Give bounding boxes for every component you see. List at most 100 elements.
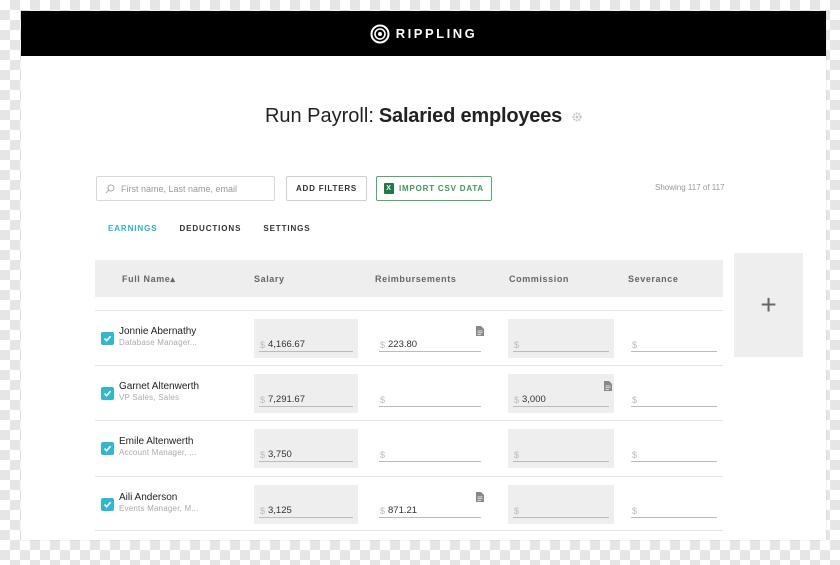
employee-name: Aili Anderson: [119, 492, 178, 503]
employee-name: Garnet Altenwerth: [119, 381, 200, 392]
input-underline: [513, 517, 609, 518]
currency-symbol: $: [260, 395, 266, 405]
row-checkbox[interactable]: [101, 387, 114, 400]
top-bar: RIPPLING: [21, 11, 826, 56]
employee-name: Emile Altenwerth: [119, 436, 194, 447]
input-underline: [379, 406, 481, 407]
currency-symbol: $: [380, 395, 386, 405]
input-underline: [259, 461, 353, 462]
page-title-prefix: Run Payroll:: [264, 105, 374, 127]
import-csv-button[interactable]: X IMPORT CSV DATA: [376, 176, 492, 201]
checkmark-icon: [103, 385, 112, 403]
currency-symbol: $: [632, 395, 638, 405]
reimbursements-cell[interactable]: $: [374, 429, 486, 468]
commission-value: 3,000: [522, 394, 546, 405]
reimbursements-value: 871.21: [388, 505, 418, 516]
add-filters-button[interactable]: ADD FILTERS: [286, 176, 367, 201]
page-title-main: Salaried employees: [378, 105, 563, 127]
salary-cell[interactable]: $4,166.67: [254, 319, 358, 358]
tab-settings[interactable]: SETTINGS: [263, 224, 310, 233]
table-row: Aili Anderson Events Manager, M... $3,125 $…: [95, 476, 723, 531]
employee-role: Events Manager, M...: [119, 504, 199, 513]
input-underline: [259, 406, 353, 407]
commission-cell[interactable]: $3,000: [508, 374, 614, 413]
salary-value: 3,125: [268, 505, 292, 516]
input-underline: [513, 351, 609, 352]
column-header-severance[interactable]: Severance: [628, 274, 678, 284]
table-row: Garnet Altenwerth VP Sales, Sales $7,291.6…: [95, 365, 723, 419]
reimbursements-value: 223.80: [388, 339, 418, 350]
checkmark-icon: [103, 496, 112, 514]
table-header: Full Name▴ Salary Reimbursements Commiss…: [95, 260, 723, 297]
currency-symbol: $: [514, 450, 520, 460]
reimbursements-cell[interactable]: $223.80: [374, 319, 486, 358]
tab-earnings[interactable]: EARNINGS: [108, 224, 157, 233]
currency-symbol: $: [632, 450, 638, 460]
employee-name: Jonnie Abernathy: [119, 326, 197, 337]
commission-cell[interactable]: $: [508, 319, 614, 358]
input-underline: [631, 461, 717, 462]
salary-cell[interactable]: $7,291.67: [254, 374, 358, 413]
salary-cell[interactable]: $3,125: [254, 485, 358, 524]
row-checkbox[interactable]: [101, 498, 114, 511]
add-column-button[interactable]: +: [734, 253, 803, 357]
input-underline: [631, 517, 717, 518]
severance-cell[interactable]: $: [626, 429, 722, 468]
input-underline: [379, 351, 481, 352]
tab-deductions[interactable]: DEDUCTIONS: [179, 224, 241, 233]
salary-cell[interactable]: $3,750: [254, 429, 358, 468]
brand-logo[interactable]: RIPPLING: [370, 24, 477, 44]
page-title: Run Payroll: Salaried employees: [21, 105, 826, 128]
reimbursements-cell[interactable]: $871.21: [374, 485, 486, 524]
currency-symbol: $: [260, 340, 266, 350]
rippling-logo-icon: [370, 24, 390, 43]
row-checkbox[interactable]: [101, 442, 114, 455]
plus-icon: +: [760, 289, 777, 320]
row-checkbox[interactable]: [101, 332, 114, 345]
reimbursements-cell[interactable]: $: [374, 374, 486, 413]
commission-cell[interactable]: $: [508, 485, 614, 524]
import-csv-label: IMPORT CSV DATA: [398, 184, 485, 193]
currency-symbol: $: [632, 340, 638, 350]
app-window: RIPPLING Run Payroll: Salaried employees…: [21, 11, 826, 540]
gear-icon[interactable]: [572, 105, 582, 128]
excel-icon: X: [383, 183, 394, 194]
document-icon[interactable]: [604, 378, 612, 396]
severance-cell[interactable]: $: [626, 319, 722, 358]
search-field[interactable]: [96, 176, 275, 201]
employee-role: Account Manager, ...: [119, 448, 197, 457]
checkmark-icon: [103, 330, 112, 348]
input-underline: [513, 406, 609, 407]
currency-symbol: $: [514, 340, 520, 350]
currency-symbol: $: [380, 340, 386, 350]
commission-cell[interactable]: $: [508, 429, 614, 468]
salary-value: 4,166.67: [268, 339, 305, 350]
tab-bar: EARNINGS DEDUCTIONS SETTINGS: [108, 224, 333, 233]
salary-value: 3,750: [268, 449, 292, 460]
employee-role: Database Manager...: [119, 338, 198, 347]
currency-symbol: $: [632, 506, 638, 516]
column-header-commission[interactable]: Commission: [509, 274, 569, 284]
input-underline: [259, 517, 353, 518]
table-row: Jonnie Abernathy Database Manager... $4,16…: [95, 310, 723, 364]
column-header-salary[interactable]: Salary: [254, 274, 285, 284]
currency-symbol: $: [260, 450, 266, 460]
table-row: Emile Altenwerth Account Manager, ... $3,7…: [95, 420, 723, 474]
severance-cell[interactable]: $: [626, 374, 722, 413]
input-underline: [379, 461, 481, 462]
employee-role: VP Sales, Sales: [119, 393, 180, 402]
salary-value: 7,291.67: [268, 394, 305, 405]
currency-symbol: $: [514, 506, 520, 516]
checkmark-icon: [103, 440, 112, 458]
severance-cell[interactable]: $: [626, 485, 722, 524]
search-input[interactable]: [121, 183, 261, 194]
input-underline: [259, 351, 353, 352]
document-icon[interactable]: [476, 489, 484, 507]
currency-symbol: $: [380, 450, 386, 460]
column-header-reimbursements[interactable]: Reimbursements: [375, 274, 456, 284]
document-icon[interactable]: [476, 323, 484, 341]
input-underline: [379, 517, 481, 518]
column-header-full-name[interactable]: Full Name▴: [122, 274, 176, 285]
input-underline: [631, 351, 717, 352]
input-underline: [513, 461, 609, 462]
